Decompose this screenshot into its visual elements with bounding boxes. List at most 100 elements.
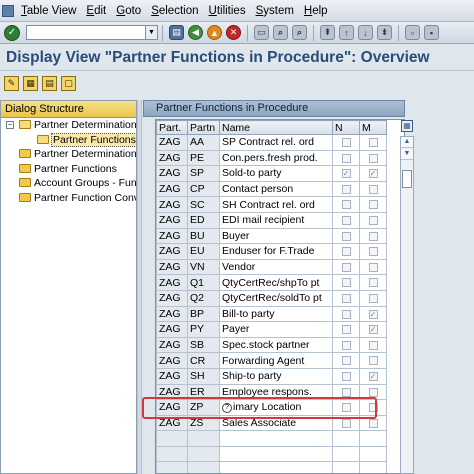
not-modifiable-checkbox[interactable]: ✓ <box>341 169 351 179</box>
name-cell[interactable]: Ship-to party <box>219 367 333 385</box>
name-cell[interactable]: QtyCertRec/shpTo pt <box>219 274 333 291</box>
not-modifiable-checkbox[interactable] <box>341 200 351 210</box>
next-page-icon[interactable]: ↓ <box>358 25 373 40</box>
menu-table-view[interactable]: Table View <box>16 5 81 17</box>
name-cell[interactable]: Bill-to party <box>219 305 333 323</box>
name-cell[interactable]: Vendor <box>219 258 333 276</box>
table-row-empty[interactable] <box>156 430 387 447</box>
scroll-thumb[interactable] <box>402 170 412 188</box>
mandatory-checkbox[interactable] <box>368 138 378 148</box>
table-row[interactable]: ZAG BU Buyer <box>156 227 387 245</box>
not-modifiable-checkbox[interactable] <box>341 356 351 366</box>
vertical-scrollbar[interactable]: ▲ ▼ <box>400 136 414 474</box>
table-row[interactable]: ZAG SP Sold-to party ✓ ✓ <box>156 165 387 182</box>
not-modifiable-checkbox[interactable] <box>341 184 351 194</box>
table-row-empty[interactable] <box>156 445 387 463</box>
collapse-icon[interactable]: − <box>6 121 14 129</box>
mandatory-checkbox[interactable] <box>368 340 378 350</box>
column-header-procedure[interactable]: Part. <box>156 120 188 135</box>
shortcut-icon[interactable]: ▪ <box>424 25 439 40</box>
mandatory-checkbox[interactable] <box>368 387 378 397</box>
tree-item-account-groups[interactable]: Account Groups - Funct <box>1 176 136 191</box>
not-modifiable-checkbox[interactable] <box>341 325 351 335</box>
scroll-down-icon[interactable]: ▼ <box>401 149 413 160</box>
print-icon[interactable]: ▭ <box>254 25 269 40</box>
exit-icon[interactable]: ▲ <box>207 25 222 40</box>
table-row[interactable]: ZAG ZP? imary Location <box>156 399 387 416</box>
command-history-chevron-down-icon[interactable]: ▼ <box>146 25 158 40</box>
back-icon[interactable]: ◀ <box>188 25 203 40</box>
table-row[interactable]: ZAG Q2 QtyCertRec/soldTo pt <box>156 289 387 307</box>
mandatory-checkbox[interactable] <box>368 231 378 241</box>
mandatory-checkbox[interactable] <box>368 247 378 257</box>
name-cell[interactable]: Sales Associate <box>219 414 333 432</box>
scroll-up-icon[interactable]: ▲ <box>401 137 413 148</box>
tree-item-partner-function-conversion[interactable]: Partner Function Conve <box>1 191 136 206</box>
tree-item-partner-determination-2[interactable]: Partner Determination I <box>1 147 136 162</box>
not-modifiable-checkbox[interactable] <box>341 262 351 272</box>
not-modifiable-checkbox[interactable] <box>341 231 351 241</box>
name-cell[interactable]: ? imary Location <box>219 399 333 416</box>
mandatory-checkbox[interactable] <box>368 418 378 428</box>
name-cell[interactable]: Buyer <box>219 227 333 245</box>
new-session-icon[interactable]: ▫ <box>405 25 420 40</box>
mandatory-checkbox[interactable] <box>368 278 378 288</box>
name-cell[interactable]: Contact person <box>219 180 333 198</box>
not-modifiable-checkbox[interactable] <box>341 278 351 288</box>
table-row[interactable]: ZAG BP Bill-to party ✓ <box>156 305 387 323</box>
not-modifiable-checkbox[interactable] <box>341 153 351 163</box>
name-cell[interactable]: Payer <box>219 321 333 338</box>
not-modifiable-checkbox[interactable] <box>341 403 351 413</box>
tree-item-partner-functions[interactable]: Partner Functions <box>1 162 136 177</box>
menu-system[interactable]: System <box>251 5 299 17</box>
column-settings-icon[interactable]: ▦ <box>401 120 413 132</box>
menu-selection[interactable]: Selection <box>146 5 203 17</box>
not-modifiable-checkbox[interactable] <box>341 309 351 319</box>
not-modifiable-checkbox[interactable] <box>341 387 351 397</box>
name-cell[interactable]: SH Contract rel. ord <box>219 196 333 213</box>
find-icon[interactable]: ⌕ <box>273 25 288 40</box>
column-header-name[interactable]: Name <box>219 120 333 135</box>
mandatory-checkbox[interactable]: ✓ <box>368 309 378 319</box>
name-cell[interactable]: SP Contract rel. ord <box>219 134 333 151</box>
not-modifiable-checkbox[interactable] <box>341 247 351 257</box>
name-cell[interactable]: Forwarding Agent <box>219 352 333 369</box>
select-all-icon[interactable]: ▦ <box>23 75 38 91</box>
mandatory-checkbox[interactable]: ✓ <box>368 325 378 335</box>
column-header-partner-function[interactable]: Partn <box>187 120 220 135</box>
display-change-icon[interactable]: ✎ <box>4 75 19 91</box>
mandatory-checkbox[interactable] <box>368 403 378 413</box>
save-icon[interactable]: ▤ <box>169 25 184 40</box>
tree-item-partner-determination[interactable]: − Partner Determination l <box>1 118 136 133</box>
mandatory-checkbox[interactable] <box>368 153 378 163</box>
enter-check-icon[interactable]: ✓ <box>4 24 20 41</box>
command-field[interactable] <box>26 25 146 40</box>
name-cell[interactable]: Spec.stock partner <box>219 336 333 354</box>
name-cell[interactable]: Employee respons. <box>219 383 333 401</box>
not-modifiable-checkbox[interactable] <box>341 293 351 303</box>
name-cell[interactable]: Sold-to party <box>219 165 333 182</box>
select-block-icon[interactable]: ▤ <box>42 75 57 91</box>
mandatory-checkbox[interactable]: ✓ <box>368 371 378 381</box>
not-modifiable-checkbox[interactable] <box>341 418 351 428</box>
table-row[interactable]: ZAG EU Enduser for F.Trade <box>156 243 387 260</box>
mandatory-checkbox[interactable] <box>368 262 378 272</box>
column-header-mandatory[interactable]: M <box>359 120 387 135</box>
last-page-icon[interactable]: ⇟ <box>377 25 392 40</box>
name-cell[interactable]: EDI mail recipient <box>219 211 333 229</box>
first-page-icon[interactable]: ⇞ <box>320 25 335 40</box>
mandatory-checkbox[interactable]: ✓ <box>368 169 378 179</box>
name-cell[interactable]: QtyCertRec/soldTo pt <box>219 289 333 307</box>
mandatory-checkbox[interactable] <box>368 200 378 210</box>
panel-splitter[interactable] <box>137 100 142 474</box>
table-row[interactable]: ZAG VN Vendor <box>156 258 387 276</box>
menu-utilities[interactable]: Utilities <box>204 5 251 17</box>
name-cell[interactable]: Con.pers.fresh prod. <box>219 149 333 167</box>
mandatory-checkbox[interactable] <box>368 356 378 366</box>
table-row[interactable]: ZAG Q1 QtyCertRec/shpTo pt <box>156 274 387 291</box>
deselect-all-icon[interactable]: ▢ <box>61 75 76 91</box>
column-header-not-modifiable[interactable]: N <box>332 120 360 135</box>
table-row[interactable]: ZAG PY Payer ✓ <box>156 321 387 338</box>
not-modifiable-checkbox[interactable] <box>341 371 351 381</box>
table-row[interactable]: ZAG AA SP Contract rel. ord <box>156 134 387 151</box>
